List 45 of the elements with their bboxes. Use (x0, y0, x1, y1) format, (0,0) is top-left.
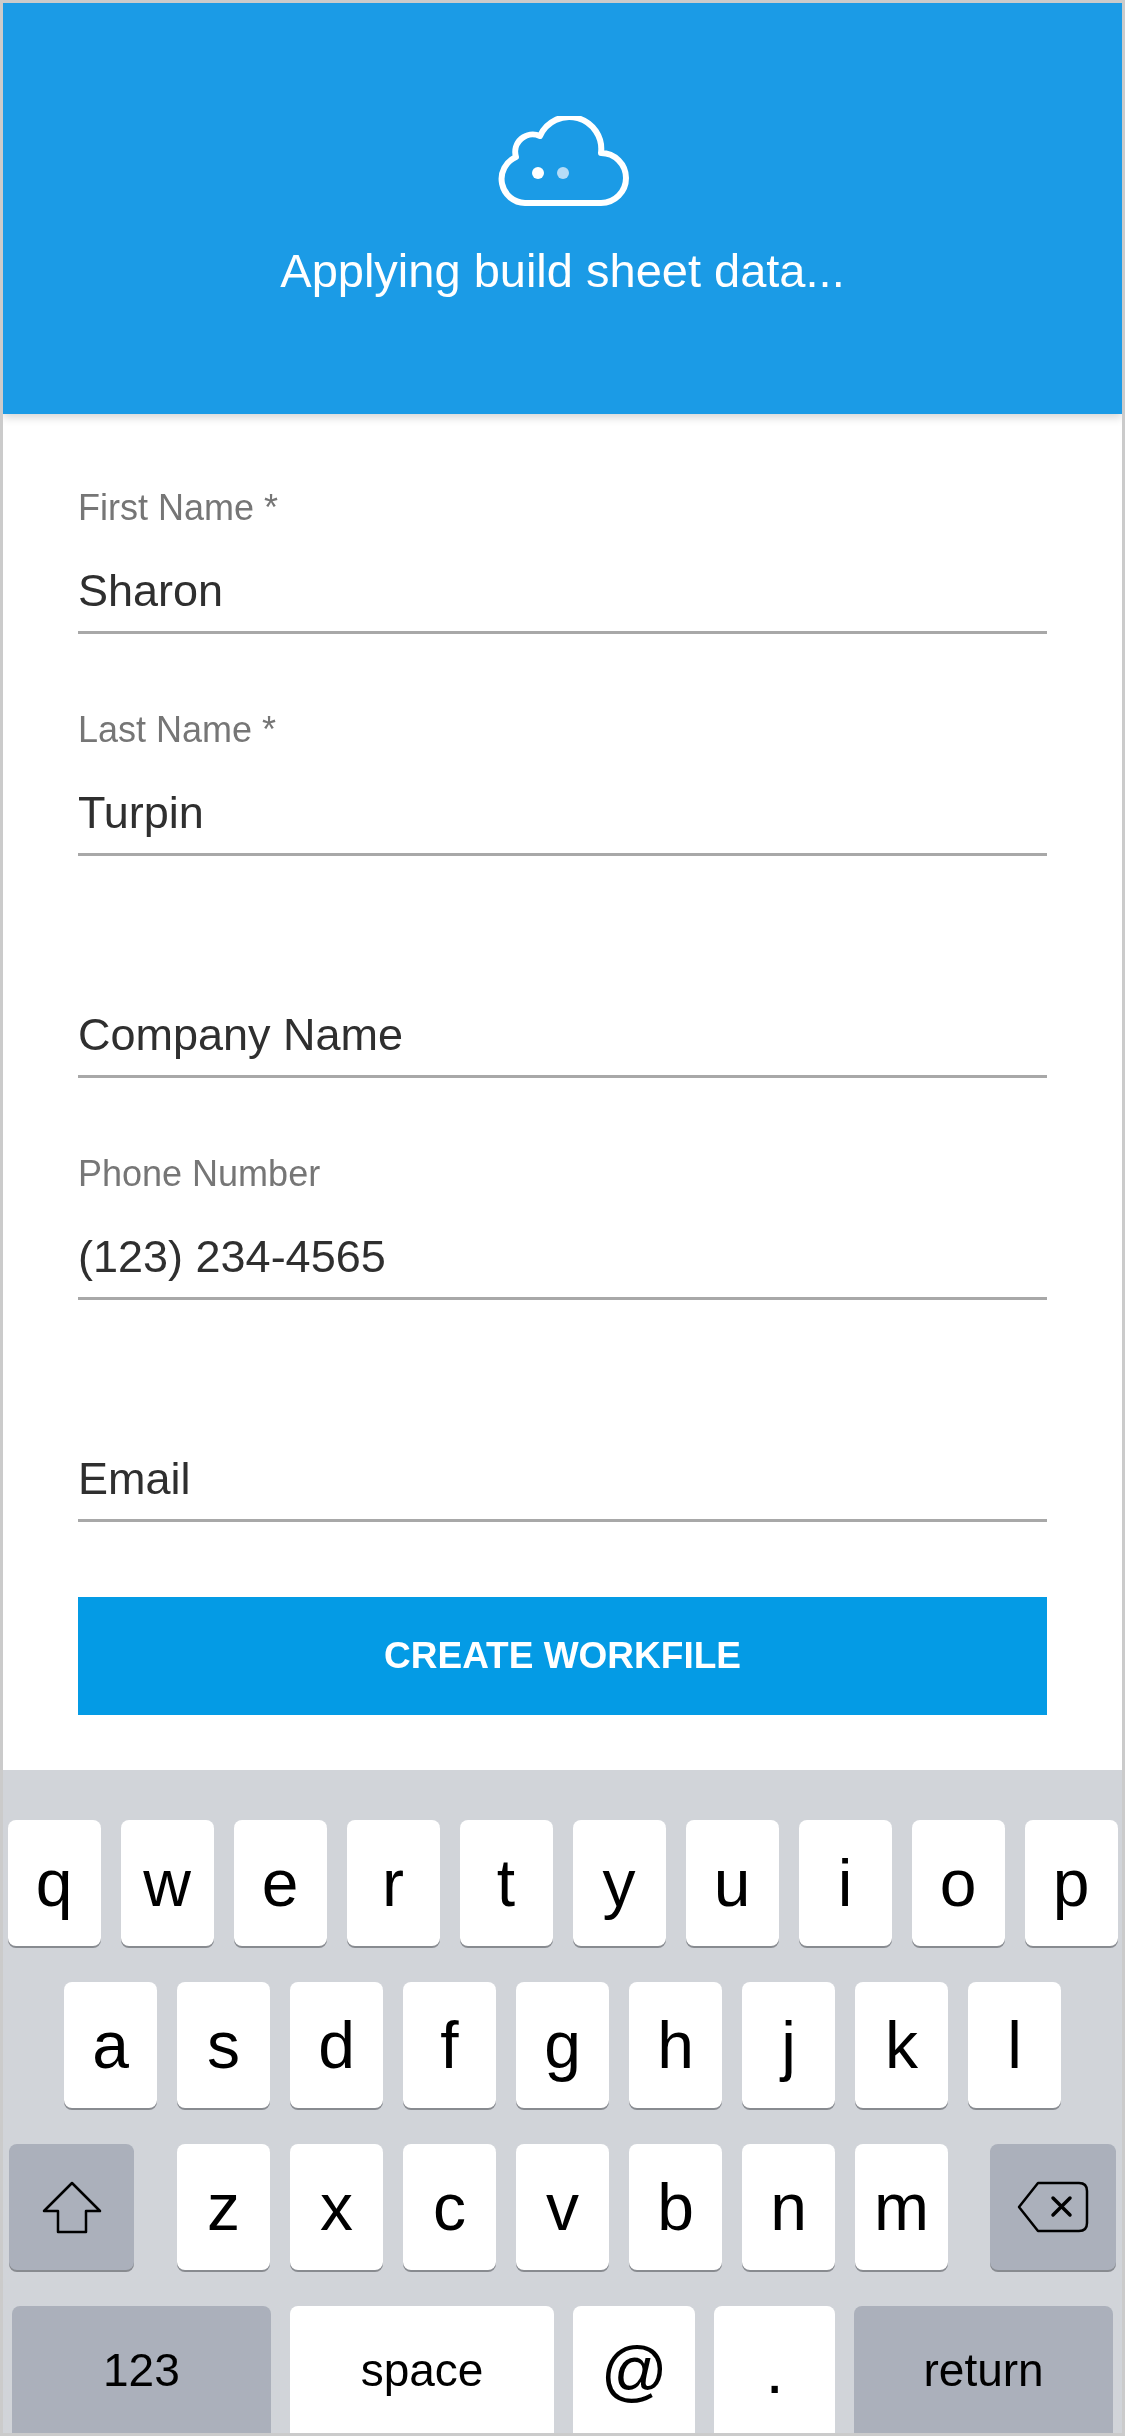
letter-key[interactable]: j (742, 1982, 835, 2108)
letter-key[interactable]: c (403, 2144, 496, 2270)
text-field[interactable]: Turpin (78, 773, 1047, 856)
text-field[interactable]: (123) 234-4565 (78, 1217, 1047, 1300)
letter-key[interactable]: i (798, 1820, 892, 1946)
letter-key[interactable]: l (968, 1982, 1061, 2108)
letter-key[interactable]: n (742, 2144, 835, 2270)
text-field[interactable]: Company Name (78, 995, 1047, 1078)
shift-icon (41, 2180, 102, 2234)
letter-key[interactable]: b (629, 2144, 722, 2270)
symbol-key[interactable]: . (713, 2306, 836, 2433)
field-label: Phone Number (78, 1152, 321, 1196)
letter-key[interactable]: a (64, 1982, 157, 2108)
letter-key[interactable]: k (855, 1982, 948, 2108)
letter-key[interactable]: p (1024, 1820, 1118, 1946)
symbol-key[interactable]: @ (573, 2306, 695, 2433)
letter-key[interactable]: v (516, 2144, 609, 2270)
letter-key[interactable]: m (855, 2144, 948, 2270)
status-message: Applying build sheet data... (280, 243, 845, 299)
cloud-icon (496, 116, 629, 208)
letter-key[interactable]: d (290, 1982, 383, 2108)
function-key[interactable]: return (854, 2306, 1113, 2433)
letter-key[interactable]: f (403, 1982, 496, 2108)
text-field[interactable]: Email (78, 1439, 1047, 1522)
field-label: Last Name * (78, 708, 277, 752)
letter-key[interactable]: o (911, 1820, 1005, 1946)
letter-key[interactable]: y (572, 1820, 666, 1946)
letter-key[interactable]: s (177, 1982, 270, 2108)
delete-key[interactable] (990, 2144, 1116, 2270)
letter-key[interactable]: r (346, 1820, 440, 1946)
backspace-icon (1017, 2181, 1089, 2233)
field-label: First Name * (78, 486, 279, 530)
letter-key[interactable]: z (177, 2144, 270, 2270)
text-field[interactable]: Sharon (78, 551, 1047, 634)
letter-key[interactable]: t (459, 1820, 553, 1946)
letter-key[interactable]: u (685, 1820, 779, 1946)
letter-key[interactable]: g (516, 1982, 609, 2108)
letter-key[interactable]: x (290, 2144, 383, 2270)
letter-key[interactable]: w (120, 1820, 214, 1946)
letter-key[interactable]: e (233, 1820, 327, 1946)
letter-key[interactable]: h (629, 1982, 722, 2108)
shift-key[interactable] (9, 2144, 134, 2270)
function-key[interactable]: 123 (12, 2306, 271, 2433)
space-key[interactable]: space (289, 2306, 555, 2433)
letter-key[interactable]: q (7, 1820, 101, 1946)
